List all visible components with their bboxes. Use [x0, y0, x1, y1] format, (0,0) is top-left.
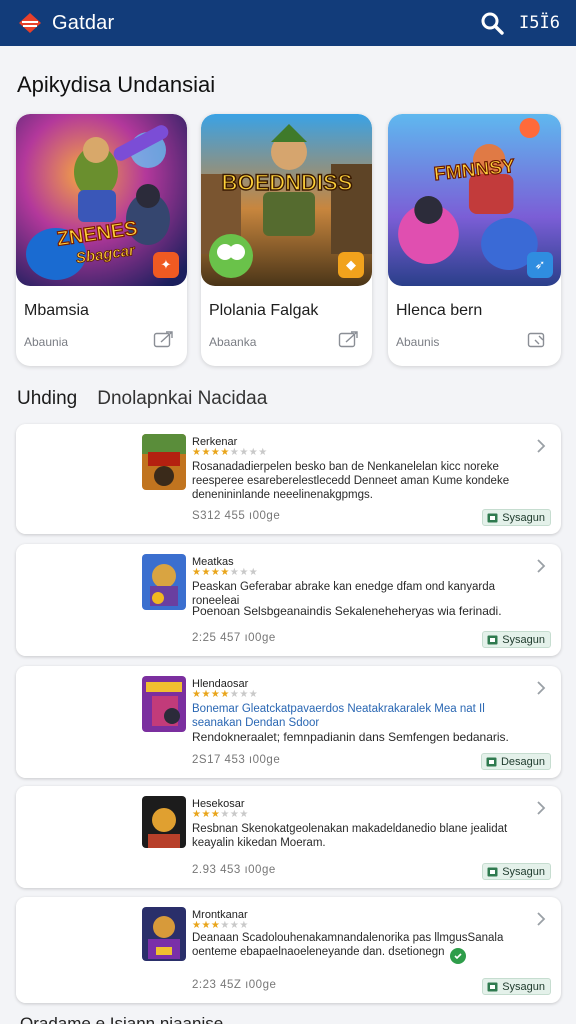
featured-title: Hlenca bern [396, 302, 483, 319]
download-badge[interactable]: Sysagun [482, 509, 551, 526]
chevron-right-icon[interactable] [535, 558, 547, 574]
featured-title: Plolania Falgak [209, 302, 319, 319]
top-app-bar: Gatdar I5Ï6 [0, 0, 576, 46]
tab-first[interactable]: Uhding [17, 388, 77, 410]
app-title: Gatdar [52, 11, 115, 34]
list-item-description: Rosanadadierpelen besko ban de Nenkanele… [192, 461, 510, 501]
share-icon[interactable] [527, 330, 549, 350]
app-thumbnail [142, 434, 186, 490]
chevron-right-icon[interactable] [535, 911, 547, 927]
download-badge-icon [487, 513, 498, 523]
card-corner-badge: ➶ [527, 252, 553, 278]
rating-stars: ★★★★★★★ [192, 567, 259, 578]
download-badge-icon [487, 867, 498, 877]
list-item-description[interactable]: Bonemar Gleatckatpavaerdos Neatakrakaral… [192, 702, 522, 730]
download-badge-icon [487, 635, 498, 645]
list-item-description: Deanaan Scadolouhenakamnandalenorika pas… [192, 932, 504, 958]
chevron-right-icon[interactable] [535, 680, 547, 696]
header-right-label[interactable]: I5Ï6 [519, 13, 560, 33]
chevron-right-icon[interactable] [535, 800, 547, 816]
list-item[interactable]: Meatkas ★★★★★★★ Peaskan Geferabar abrake… [16, 544, 561, 656]
card-corner-badge: ✦ [153, 252, 179, 278]
list-item-meta: 2:25 457 ı00ge [192, 632, 276, 644]
rating-stars: ★★★★★★ [192, 920, 249, 931]
chevron-right-icon[interactable] [535, 438, 547, 454]
featured-title: Mbamsia [24, 302, 89, 319]
featured-carousel: ZNENES Sbagcar ✦ Mbamsia Abaunia BOEDNDI… [16, 114, 561, 366]
rating-stars: ★★★★★★★★ [192, 447, 268, 458]
featured-game-art: FMNNSY ➶ [388, 114, 561, 286]
app-thumbnail [142, 676, 186, 732]
featured-subtitle: Abaunis [396, 335, 440, 349]
list-item[interactable]: Rerkenar ★★★★★★★★ Rosanadadierpelen besk… [16, 424, 561, 534]
app-thumbnail [142, 554, 186, 610]
download-badge[interactable]: Desagun [480, 753, 551, 770]
featured-game-art: ZNENES Sbagcar ✦ [16, 114, 187, 286]
featured-game-art: BOEDNDISS ◆ [201, 114, 372, 286]
download-badge-icon [487, 982, 498, 992]
list-item-meta: 2S17 453 ı00ge [192, 754, 281, 766]
download-badge-icon [486, 757, 497, 767]
download-badge[interactable]: Sysagun [482, 631, 551, 648]
app-thumbnail [142, 796, 186, 848]
tab-second[interactable]: Dnolapnkai Nacidaa [97, 388, 267, 410]
brand-logo-icon[interactable] [16, 9, 44, 37]
list-item-summary: Rendokneraalet; femnpadianin dans Semfen… [192, 730, 509, 744]
list-item[interactable]: Hesekosar ★★★★★★ Resbnan Skenokatgeolena… [16, 786, 561, 888]
art-title-1: BOEDNDISS [222, 170, 353, 195]
featured-subtitle: Abaunia [24, 335, 69, 349]
list-item-meta: 2:23 45Z ı00ge [192, 979, 277, 991]
list-item-meta: 2.93 453 ı00ge [192, 864, 276, 876]
verified-icon [450, 948, 466, 964]
list-item-meta: S312 455 ı00ge [192, 510, 281, 522]
section-title: Apikydisa Undansiai [17, 72, 216, 97]
tab-row: Uhding Dnolapnkai Nacidaa [17, 386, 267, 412]
list-item[interactable]: Mrontkanar ★★★★★★ Deanaan Scadolouhenaka… [16, 897, 561, 1003]
download-badge[interactable]: Sysagun [482, 978, 551, 995]
list-item[interactable]: Hlendaosar ★★★★★★★ Bonemar Gleatckatpava… [16, 666, 561, 778]
rating-stars: ★★★★★★★ [192, 689, 259, 700]
featured-subtitle: Abaanka [209, 335, 257, 349]
app-thumbnail [142, 907, 186, 961]
rating-stars: ★★★★★★ [192, 809, 249, 820]
featured-card[interactable]: ZNENES Sbagcar ✦ Mbamsia Abaunia [16, 114, 187, 366]
share-icon[interactable] [338, 330, 360, 350]
next-section-heading: Oradame e Isiann niaanise [20, 1014, 224, 1024]
download-badge[interactable]: Sysagun [482, 863, 551, 880]
list-item-description: Resbnan Skenokatgeolenakan makadeldanedi… [192, 823, 508, 849]
card-corner-badge: ◆ [338, 252, 364, 278]
featured-card[interactable]: BOEDNDISS ◆ Plolania Falgak Abaanka [201, 114, 372, 366]
share-icon[interactable] [153, 330, 175, 350]
featured-card[interactable]: FMNNSY ➶ Hlenca bern Abaunis [388, 114, 561, 366]
list-item-summary: Poenoan Selsbgeanaindis Sekaleneheheryas… [192, 604, 502, 618]
search-icon[interactable] [477, 8, 507, 38]
